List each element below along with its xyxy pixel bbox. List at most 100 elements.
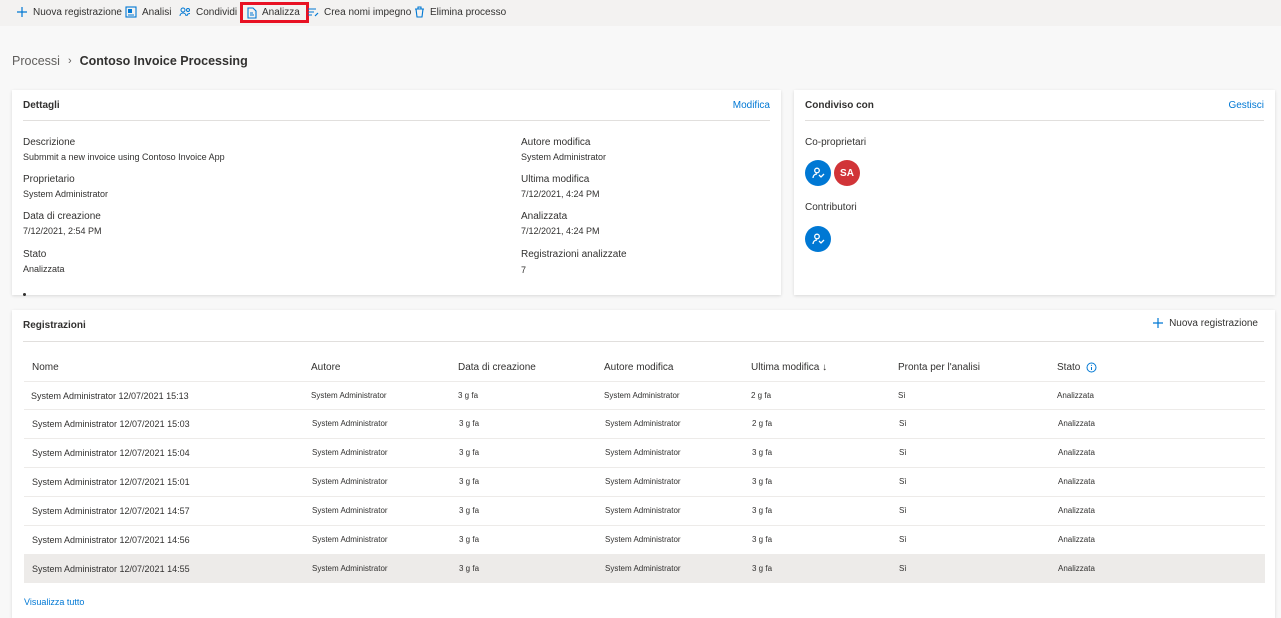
manage-sharing-link[interactable]: Gestisci (1228, 100, 1264, 111)
table-row[interactable]: System Administrator 12/07/2021 15:01 Sy… (24, 467, 1265, 496)
analytics-button[interactable]: Analisi (125, 0, 171, 24)
cell-name[interactable]: System Administrator 12/07/2021 14:57 (32, 497, 190, 525)
cell-status: Analizzata (1058, 477, 1095, 486)
cell-name[interactable]: System Administrator 12/07/2021 15:04 (32, 439, 190, 467)
cell-status: Analizzata (1058, 448, 1095, 457)
delete-process-label: Elimina processo (430, 6, 507, 18)
cell-ready: Sì (899, 564, 907, 573)
cell-status: Analizzata (1058, 419, 1095, 428)
cell-modified-by: System Administrator (605, 477, 681, 486)
command-bar: Nuova registrazione Analisi Condividi An… (0, 0, 1281, 26)
divider (23, 341, 1264, 342)
cell-ready: Sì (898, 391, 906, 400)
cell-name[interactable]: System Administrator 12/07/2021 15:03 (32, 410, 190, 438)
cell-author: System Administrator (312, 535, 388, 544)
cell-name[interactable]: System Administrator 12/07/2021 14:55 (32, 555, 190, 583)
column-header-ready[interactable]: Pronta per l'analisi (898, 362, 980, 373)
divider (805, 120, 1264, 121)
description-value: Submmit a new invoice using Contoso Invo… (23, 152, 225, 162)
table-row[interactable]: System Administrator 12/07/2021 15:03 Sy… (24, 409, 1265, 438)
cell-modified-by: System Administrator (605, 535, 681, 544)
cell-name[interactable]: System Administrator 12/07/2021 15:13 (31, 382, 189, 410)
cell-last-modified: 3 g fa (752, 477, 773, 486)
cell-modified-by: System Administrator (605, 419, 681, 428)
cell-modified-by: System Administrator (604, 391, 680, 400)
table-row[interactable]: System Administrator 12/07/2021 15:04 Sy… (24, 438, 1265, 467)
edit-details-link[interactable]: Modifica (733, 100, 770, 111)
cell-last-modified: 3 g fa (752, 448, 773, 457)
cell-status: Analizzata (1058, 535, 1095, 544)
modified-by-label: Autore modifica (521, 137, 591, 148)
breadcrumb: Processi › Contoso Invoice Processing (12, 54, 248, 68)
create-names-button[interactable]: Crea nomi impegno (307, 0, 411, 24)
info-icon[interactable] (1086, 362, 1097, 373)
view-all-link[interactable]: Visualizza tutto (24, 597, 84, 607)
table-row[interactable]: System Administrator 12/07/2021 14:57 Sy… (24, 496, 1265, 525)
cell-created: 3 g fa (459, 477, 480, 486)
cell-ready: Sì (899, 448, 907, 457)
cell-author: System Administrator (312, 506, 388, 515)
plus-icon (1153, 318, 1164, 328)
new-recording-button[interactable]: Nuova registrazione (16, 0, 122, 24)
cell-created: 3 g fa (459, 448, 480, 457)
cell-last-modified: 2 g fa (752, 419, 773, 428)
delete-process-button[interactable]: Elimina processo (414, 0, 506, 24)
focus-dot (23, 293, 26, 296)
table-row-selected[interactable]: System Administrator 12/07/2021 14:55 Sy… (24, 554, 1265, 583)
analyzed-recordings-label: Registrazioni analizzate (521, 249, 627, 260)
cell-ready: Sì (899, 535, 907, 544)
created-value: 7/12/2021, 2:54 PM (23, 226, 102, 236)
cell-last-modified: 3 g fa (752, 564, 773, 573)
group-avatar[interactable] (805, 160, 831, 186)
analyzed-recordings-value: 7 (521, 265, 527, 275)
column-header-modified-by[interactable]: Autore modifica (604, 362, 673, 373)
created-label: Data di creazione (23, 211, 101, 222)
analyze-label: Analizza (262, 7, 300, 18)
trash-icon (415, 6, 424, 18)
analyze-button[interactable]: Analizza (240, 2, 309, 23)
breadcrumb-processes-link[interactable]: Processi (12, 54, 60, 68)
contributor-group-avatar[interactable] (805, 226, 831, 252)
modified-by-value: System Administrator (521, 152, 607, 162)
cell-last-modified: 3 g fa (752, 506, 773, 515)
cell-created: 3 g fa (459, 506, 480, 515)
cell-ready: Sì (899, 506, 907, 515)
column-header-created[interactable]: Data di creazione (458, 362, 536, 373)
new-recording-grid-button[interactable]: Nuova registrazione (1152, 317, 1258, 329)
column-header-name[interactable]: Nome (32, 362, 59, 373)
share-people-icon (179, 7, 191, 17)
cell-modified-by: System Administrator (605, 564, 681, 573)
details-card: Dettagli Modifica Descrizione Submmit a … (12, 90, 781, 296)
cell-author: System Administrator (312, 448, 388, 457)
chevron-right-icon: › (67, 55, 72, 67)
status-value: Analizzata (23, 264, 65, 274)
analytics-label: Analisi (142, 6, 172, 18)
new-recording-label: Nuova registrazione (33, 6, 122, 18)
cell-modified-by: System Administrator (605, 506, 681, 515)
cell-name[interactable]: System Administrator 12/07/2021 15:01 (32, 468, 190, 496)
cell-ready: Sì (899, 419, 907, 428)
share-button[interactable]: Condividi (179, 0, 237, 24)
list-edit-icon (308, 8, 319, 17)
analyzed-label: Analizzata (521, 211, 568, 222)
status-label: Stato (23, 249, 47, 260)
table-row[interactable]: System Administrator 12/07/2021 14:56 Sy… (24, 525, 1265, 554)
analyzed-value: 7/12/2021, 4:24 PM (521, 226, 600, 236)
people-icon (812, 167, 825, 179)
column-header-status[interactable]: Stato (1057, 362, 1097, 373)
cell-modified-by: System Administrator (605, 448, 681, 457)
cell-created: 3 g fa (459, 564, 480, 573)
description-label: Descrizione (23, 137, 76, 148)
cell-ready: Sì (899, 477, 907, 486)
cell-created: 3 g fa (458, 391, 479, 400)
co-owners-label: Co-proprietari (805, 137, 867, 148)
user-avatar[interactable]: SA (834, 160, 860, 186)
owner-value: System Administrator (23, 189, 109, 199)
cell-created: 3 g fa (459, 419, 480, 428)
column-header-last-modified[interactable]: Ultima modifica ↓ (751, 362, 827, 373)
cell-last-modified: 2 g fa (751, 391, 772, 400)
people-icon (812, 233, 825, 245)
table-row[interactable]: System Administrator 12/07/2021 15:13 Sy… (24, 381, 1265, 410)
column-header-author[interactable]: Autore (311, 362, 340, 373)
cell-name[interactable]: System Administrator 12/07/2021 14:56 (32, 526, 190, 554)
